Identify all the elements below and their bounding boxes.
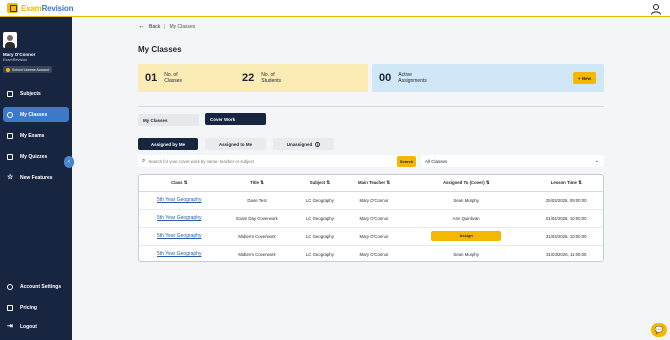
subtab-assigned-by-me[interactable]: Assigned by Me: [138, 138, 198, 150]
cell-assigned: Assign: [402, 227, 530, 246]
tab-my-classes[interactable]: My Classes: [138, 114, 199, 126]
cell-title: Midterm Coverwork: [219, 227, 295, 246]
gear-icon: [7, 283, 13, 290]
cell-subject: LC Geography: [294, 191, 346, 210]
search-icon: ⌕: [142, 157, 146, 164]
subtab-assigned-to-me[interactable]: Assigned to Me: [205, 138, 266, 150]
assignments-count: 00: [379, 72, 392, 84]
stats-card-classes: 01 No. of Classes 22 No. of Students: [138, 64, 368, 92]
col-class[interactable]: Class ⇅: [139, 175, 220, 192]
new-assignment-button[interactable]: + New: [573, 72, 596, 84]
col-main-teacher[interactable]: Main Teacher ⇅: [345, 175, 403, 192]
class-link[interactable]: 5th Year Geography: [157, 215, 201, 221]
students-count: 22: [242, 72, 255, 84]
col-title[interactable]: Title ⇅: [219, 175, 295, 192]
sidebar-item-my-exams[interactable]: My Exams: [3, 128, 69, 143]
classes-label: No. of Classes: [164, 72, 183, 84]
cell-title: Exam Day Coverwork: [219, 209, 295, 228]
sidebar-item-subjects[interactable]: Subjects: [3, 86, 69, 101]
sidebar-item-my-quizzes[interactable]: My Quizzes: [3, 149, 69, 164]
license-icon: [6, 67, 10, 72]
tab-cover-work[interactable]: Cover Work: [205, 113, 266, 125]
main-content: ← Back | My Classes My Classes 01 No. of…: [72, 17, 670, 340]
cell-subject: LC Geography: [305, 251, 334, 257]
table-row: 5th Year Geography Midterm Coverwork LC …: [139, 245, 603, 263]
logo[interactable]: ExamRevision: [7, 3, 74, 13]
assignments-label: Active Assignments: [398, 72, 427, 84]
sidebar: Mary O'Connor ExamRevision School Licens…: [0, 17, 72, 340]
cell-subject: LC Geography: [294, 209, 346, 228]
user-name: Mary O'Connor: [3, 52, 36, 57]
cell-teacher: Mary O'Connor: [359, 251, 389, 257]
cell-assigned: Ann Quinlivan: [402, 209, 530, 228]
checklist-icon: [7, 153, 13, 160]
table-row: 5th Year Geography Midterm Coverwork LC …: [139, 227, 603, 246]
cell-time: 31/03/2026, 11:00:00: [546, 251, 587, 257]
star-icon: ☆: [7, 173, 14, 181]
top-bar: ExamRevision: [0, 0, 670, 17]
col-subject[interactable]: Subject ⇅: [294, 175, 346, 192]
class-link[interactable]: 5th Year Geography: [157, 251, 201, 257]
class-link[interactable]: 5th Year Geography: [157, 197, 201, 203]
table-header-row: Class ⇅ Title ⇅ Subject ⇅ Main Teacher ⇅…: [139, 175, 603, 192]
license-badge: School License Account: [3, 66, 53, 73]
sidebar-item-new-features[interactable]: ☆ New Features: [3, 170, 69, 185]
user-org: ExamRevision: [3, 58, 28, 62]
cell-teacher: Mary O'Connor: [345, 209, 403, 228]
breadcrumb-current: My Classes: [169, 23, 196, 30]
back-link[interactable]: Back: [149, 24, 160, 30]
open-book-icon: [7, 132, 13, 139]
logout-icon: ⇥: [7, 322, 13, 330]
chat-icon[interactable]: 💬: [651, 323, 667, 337]
students-label: No. of Students: [261, 72, 282, 84]
search-button[interactable]: Search: [397, 156, 416, 167]
classes-count: 01: [145, 72, 158, 84]
search-input[interactable]: [148, 158, 389, 164]
back-arrow-icon[interactable]: ←: [138, 23, 145, 30]
col-assigned-to[interactable]: Assigned To (Cover) ⇅: [402, 175, 530, 192]
chevron-down-icon: ⌄: [594, 158, 599, 164]
class-filter-select[interactable]: All Classes ⌄: [421, 155, 604, 167]
table-row: 5th Year Geography Exam Day Coverwork LC…: [139, 209, 603, 228]
cover-work-table: Class ⇅ Title ⇅ Subject ⇅ Main Teacher ⇅…: [138, 174, 604, 262]
stats-card-assignments: 00 Active Assignments + New: [372, 64, 604, 92]
users-icon: [7, 111, 13, 118]
cell-title: Daire Test: [219, 191, 295, 210]
col-lesson-time[interactable]: Lesson Time ⇅: [529, 175, 603, 192]
cell-time: 25/03/2026, 09:00:00: [529, 191, 603, 210]
cell-teacher: Mary O'Connor: [345, 191, 403, 210]
logo-text: ExamRevision: [21, 3, 74, 13]
class-link[interactable]: 5th Year Geography: [157, 233, 201, 239]
sidebar-item-pricing[interactable]: Pricing: [3, 300, 69, 315]
divider: [138, 106, 604, 107]
page-title: My Classes: [138, 45, 182, 54]
breadcrumb: ← Back | My Classes: [138, 23, 196, 30]
book-icon: [7, 90, 13, 97]
search-bar: ⌕: [138, 155, 417, 167]
sidebar-item-my-classes[interactable]: My Classes: [3, 107, 69, 122]
sidebar-item-account-settings[interactable]: Account Settings: [3, 279, 69, 294]
sidebar-item-logout[interactable]: ⇥ Logout: [3, 319, 69, 334]
cell-time: 31/03/2026, 10:00:00: [529, 227, 603, 246]
cell-assigned: Sean Murphy: [402, 191, 530, 210]
cell-teacher: Mary O'Connor: [345, 227, 403, 246]
logo-icon: [7, 3, 18, 13]
cell-subject: LC Geography: [294, 227, 346, 246]
assign-button[interactable]: Assign: [431, 231, 502, 241]
cell-assigned: Sean Murphy: [453, 251, 479, 257]
cell-time: 01/04/2026, 10:00:00: [529, 209, 603, 228]
info-icon[interactable]: i: [315, 141, 321, 147]
user-profile-icon[interactable]: [650, 3, 662, 15]
cell-title: Midterm Coverwork: [238, 251, 276, 257]
table-row: 5th Year Geography Daire Test LC Geograp…: [139, 191, 603, 210]
avatar: [3, 32, 17, 48]
card-icon: [7, 304, 13, 311]
subtab-unassigned[interactable]: Unassigned i: [273, 138, 334, 150]
